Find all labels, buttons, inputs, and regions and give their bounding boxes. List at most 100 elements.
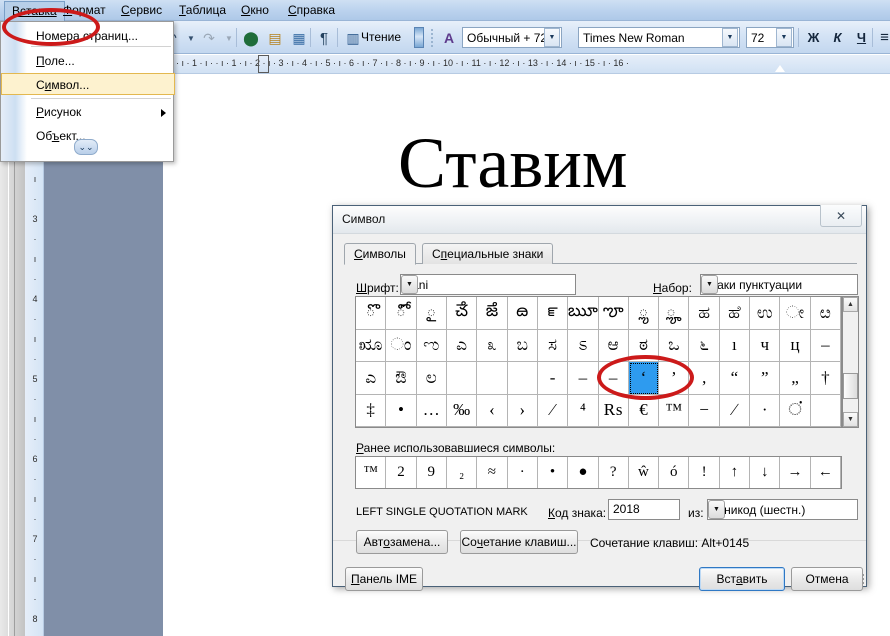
- character-cell[interactable]: ∕: [719, 394, 751, 427]
- character-cell[interactable]: ಹ: [689, 297, 720, 330]
- recent-character-cell[interactable]: ₂: [447, 457, 478, 488]
- menu-item-picture[interactable]: Рисунок: [2, 101, 174, 123]
- insert-button[interactable]: Вст а вить: [699, 567, 785, 591]
- character-cell[interactable]: •: [386, 394, 417, 427]
- character-cell[interactable]: ొ: [356, 297, 387, 330]
- character-cell[interactable]: ೬: [689, 329, 720, 362]
- character-cell[interactable]: ‰: [446, 394, 478, 427]
- show-formatting-marks-icon[interactable]: ¶: [313, 27, 335, 49]
- recent-character-cell[interactable]: ŵ: [629, 457, 660, 488]
- from-select-arrow[interactable]: ▼: [708, 500, 725, 519]
- scrollbar-thumb[interactable]: [843, 373, 858, 399]
- insert-comment-icon[interactable]: ▤: [264, 27, 286, 49]
- character-cell[interactable]: „: [780, 362, 811, 395]
- recent-character-cell[interactable]: ↑: [720, 457, 751, 488]
- character-cell[interactable]: ⁴: [568, 394, 599, 427]
- character-cell[interactable]: “: [719, 362, 751, 395]
- character-cell[interactable]: ч: [750, 329, 781, 362]
- recent-character-cell[interactable]: •: [538, 457, 569, 488]
- character-cell[interactable]: ౖ: [416, 297, 447, 330]
- character-cell[interactable]: ‚: [689, 362, 720, 395]
- font-size-combo[interactable]: 72 ▼: [746, 27, 794, 48]
- character-cell[interactable]: ౝ: [537, 297, 569, 330]
- shortcut-key-button[interactable]: Со ч етание клавиш...: [460, 530, 578, 554]
- recent-character-cell[interactable]: ™: [356, 457, 387, 488]
- style-combo[interactable]: Обычный + 72 пт, ▼: [462, 27, 562, 48]
- character-cell[interactable]: ‘: [628, 362, 660, 395]
- formatting-toolbar-grip[interactable]: [430, 27, 434, 49]
- hyperlink-icon[interactable]: ⬤: [240, 27, 262, 49]
- font-name-arrow[interactable]: ▼: [722, 28, 738, 47]
- tab-symbols[interactable]: Символы: [344, 243, 416, 265]
- cancel-button[interactable]: Отмена: [791, 567, 863, 591]
- character-cell[interactable]: ⁄: [537, 394, 569, 427]
- underline-button[interactable]: Ч: [851, 27, 872, 48]
- character-cell[interactable]: [446, 362, 478, 395]
- character-cell[interactable]: ಹೆ: [719, 297, 751, 330]
- character-cell[interactable]: ›: [507, 394, 538, 427]
- menu-item-page-numbers[interactable]: Номера страниц...: [2, 25, 174, 47]
- recent-character-cell[interactable]: ↓: [750, 457, 781, 488]
- recent-character-cell[interactable]: 2: [386, 457, 417, 488]
- indent-marker-handle[interactable]: [258, 55, 269, 73]
- subset-select-arrow[interactable]: ▼: [701, 275, 718, 294]
- menu-item-okno[interactable]: Окно: [234, 2, 276, 19]
- character-grid[interactable]: ొోౕౖ ౘ ౙ ౚ ౝ ౠ ౡౢౣ ಹ ಹೆ ಉೕ ೞ ೠಂ ಌ ಎ ೩ ಬ ಸ ಽ ಆ ಠ ಒ ೬ ı ч ц – ಎ ಔ ಲ ‐ ‒ –…: [355, 296, 842, 428]
- scroll-down-icon[interactable]: ▼: [843, 412, 858, 427]
- recent-character-cell[interactable]: ≈: [477, 457, 508, 488]
- subset-select[interactable]: знаки пунктуации ▼: [700, 274, 858, 295]
- toolbar-overflow-handle[interactable]: [414, 27, 424, 48]
- character-cell[interactable]: ಬ: [507, 329, 538, 362]
- character-cell[interactable]: [810, 394, 841, 427]
- character-cell[interactable]: ı: [719, 329, 751, 362]
- character-cell[interactable]: ಌ: [416, 329, 447, 362]
- font-select[interactable]: Vani ▼: [400, 274, 576, 295]
- character-cell[interactable]: ಠ: [628, 329, 660, 362]
- horizontal-ruler[interactable]: · 2 · ı · 1 · ı · · ı · 1 · ı · 2 · ı · …: [163, 55, 890, 74]
- menu-expand-button[interactable]: ⌄⌄: [74, 139, 98, 155]
- character-cell[interactable]: [507, 362, 538, 395]
- recent-character-cell[interactable]: !: [689, 457, 720, 488]
- character-cell[interactable]: ಂ: [386, 329, 417, 362]
- character-cell[interactable]: ౚ: [507, 297, 538, 330]
- character-cell[interactable]: ಲ: [416, 362, 447, 395]
- character-cell[interactable]: ‐: [537, 362, 569, 395]
- recent-character-cell[interactable]: 9: [417, 457, 447, 488]
- character-cell[interactable]: ‡: [356, 394, 387, 427]
- character-cell[interactable]: –: [810, 329, 841, 362]
- recent-character-cell[interactable]: →: [780, 457, 811, 488]
- character-cell[interactable]: ಔ: [386, 362, 417, 395]
- font-select-arrow[interactable]: ▼: [401, 275, 418, 294]
- char-code-input[interactable]: 2018: [608, 499, 680, 520]
- character-cell[interactable]: –: [598, 362, 629, 395]
- menu-item-spravka[interactable]: Справка: [281, 2, 342, 19]
- character-cell[interactable]: ౣ: [659, 297, 690, 330]
- character-cell[interactable]: ౠ: [568, 297, 599, 330]
- bold-button[interactable]: Ж: [803, 27, 824, 48]
- character-cell[interactable]: ·: [750, 394, 781, 427]
- character-cell[interactable]: ಸ: [537, 329, 569, 362]
- character-cell[interactable]: ಎ: [356, 362, 387, 395]
- character-cell[interactable]: ™: [659, 394, 690, 427]
- insert-table-icon[interactable]: ▦: [288, 27, 310, 49]
- character-cell[interactable]: ಒ: [659, 329, 690, 362]
- font-size-arrow[interactable]: ▼: [776, 28, 792, 47]
- character-cell[interactable]: …: [416, 394, 447, 427]
- character-cell[interactable]: ಉ: [750, 297, 781, 330]
- menu-item-tablica[interactable]: Таблица: [172, 2, 233, 19]
- character-cell[interactable]: ೩: [477, 329, 508, 362]
- recent-character-cell[interactable]: ?: [599, 457, 629, 488]
- style-A-icon[interactable]: A: [438, 27, 460, 49]
- character-cell[interactable]: ಎ: [446, 329, 478, 362]
- close-icon[interactable]: ✕: [820, 205, 862, 227]
- recently-used-characters[interactable]: ™ 2 9 ₂ ≈ · • ●? ŵ ó! ↑ ↓ → ←: [355, 456, 842, 489]
- character-cell[interactable]: [477, 362, 508, 395]
- character-grid-scrollbar[interactable]: ▲ ▼: [842, 296, 859, 428]
- scroll-up-icon[interactable]: ▲: [843, 297, 858, 312]
- character-cell[interactable]: †: [810, 362, 841, 395]
- character-cell[interactable]: €: [628, 394, 660, 427]
- character-cell[interactable]: ਂ: [780, 394, 811, 427]
- redo-icon[interactable]: ↷: [198, 27, 220, 49]
- ime-panel-button[interactable]: Панель IME: [345, 567, 423, 591]
- dialog-titlebar[interactable]: Символ ✕: [333, 205, 866, 234]
